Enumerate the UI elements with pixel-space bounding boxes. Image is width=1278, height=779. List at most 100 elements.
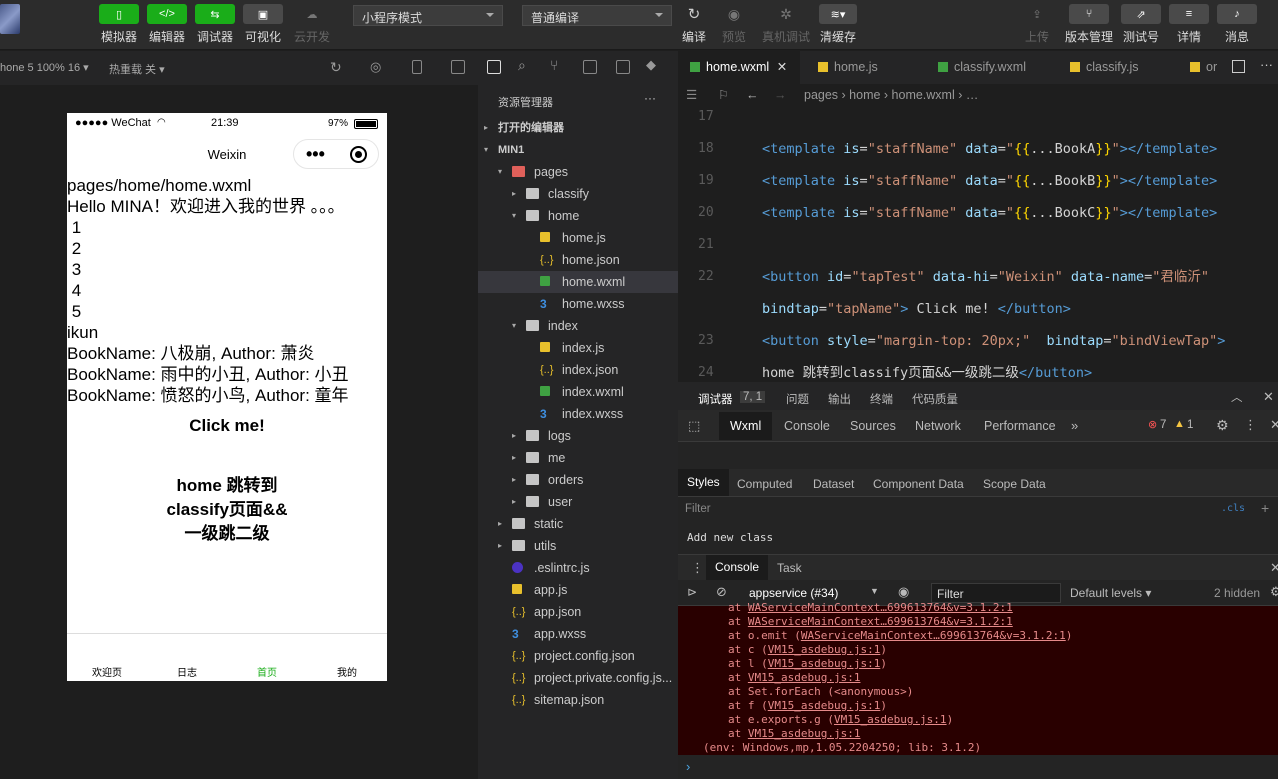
remote-debug-button[interactable]: ✲ 真机调试 (762, 4, 810, 45)
context-select[interactable]: appservice (#34) (749, 586, 838, 600)
file-item[interactable]: {..} app.json (478, 601, 678, 623)
debugger-button[interactable]: ⇆ 调试器 (195, 4, 235, 45)
tab-welcome[interactable]: 欢迎页 (67, 664, 147, 679)
tab-dataset[interactable]: Dataset (813, 477, 854, 491)
more-icon[interactable]: ··· (1260, 57, 1273, 72)
log-levels-select[interactable]: Default levels ▾ (1070, 586, 1151, 600)
docker-icon[interactable]: ◆ (646, 57, 656, 73)
version-button[interactable]: ⑂ 版本管理 (1065, 4, 1113, 45)
console-prompt-row[interactable]: › (678, 755, 1278, 779)
folder-item[interactable]: ▸ classify (478, 183, 678, 205)
chevron-up-icon[interactable]: ︿ (1231, 389, 1243, 405)
forward-arrow-icon[interactable]: → (774, 84, 787, 106)
gear-icon[interactable]: ⚙ (1216, 417, 1229, 434)
warning-count[interactable]: 1 (1187, 419, 1193, 431)
details-button[interactable]: ≡ 详情 (1169, 4, 1209, 45)
source-link[interactable]: WAServiceMainContext…699613764&v=3.1.2:1 (748, 601, 1013, 614)
git-icon[interactable]: ⑂ (550, 57, 558, 73)
bookmark-icon[interactable]: ⚐ (718, 84, 729, 106)
tab-classify-js[interactable]: classify.js (1070, 51, 1139, 84)
list-icon[interactable]: ☰ (686, 84, 697, 106)
tab-problems[interactable]: 问题 (786, 391, 809, 407)
file-item[interactable]: {..} home.json (478, 249, 678, 271)
folder-item[interactable]: ▾ home (478, 205, 678, 227)
file-item[interactable]: 3 app.wxss (478, 623, 678, 645)
tab-mine[interactable]: 我的 (307, 664, 387, 679)
inspect-icon[interactable]: ⬚ (688, 418, 700, 434)
folder-item[interactable]: ▸ static (478, 513, 678, 535)
tab-scope-data[interactable]: Scope Data (983, 477, 1046, 491)
folder-item[interactable]: ▸ me (478, 447, 678, 469)
folder-item[interactable]: ▸ utils (478, 535, 678, 557)
tab-sources[interactable]: Sources (850, 419, 896, 433)
explorer-section[interactable]: ▾ MIN1 (478, 139, 678, 161)
console-prompt[interactable]: › (686, 759, 690, 774)
file-item[interactable]: index.js (478, 337, 678, 359)
styles-filter-input[interactable]: Filter (685, 503, 711, 515)
stop-icon[interactable]: ◎ (370, 59, 381, 75)
upload-button[interactable]: ⇪ 上传 (1017, 4, 1057, 45)
file-item[interactable]: index.wxml (478, 381, 678, 403)
source-link[interactable]: VM15_asdebug.js:1 (748, 671, 861, 684)
visual-button[interactable]: ▣ 可视化 (243, 4, 283, 45)
explorer-section[interactable]: ▸ 打开的编辑器 (478, 117, 678, 139)
source-link[interactable]: VM15_asdebug.js:1 (768, 657, 881, 670)
folder-item[interactable]: ▾ pages (478, 161, 678, 183)
clear-cache-button[interactable]: ≋▾ 清缓存 (818, 4, 858, 45)
hotreload-toggle[interactable]: 热重载 关 ▾ (109, 61, 165, 77)
file-item[interactable]: .eslintrc.js (478, 557, 678, 579)
drawer-tab-task[interactable]: Task (777, 561, 802, 575)
cls-toggle[interactable]: .cls (1221, 503, 1245, 514)
cloud-button[interactable]: ☁ 云开发 (292, 4, 332, 45)
more-icon[interactable]: ••• (306, 134, 325, 174)
add-class-button[interactable]: Add new class (687, 531, 773, 544)
split-editor-icon[interactable] (1232, 60, 1245, 73)
jump-button[interactable]: home 跳转到 classify页面&& 一级跳二级 (67, 474, 387, 546)
tab-code-quality[interactable]: 代码质量 (912, 391, 958, 407)
compile-select[interactable]: 普通编译 (522, 5, 672, 26)
source-link[interactable]: VM15_asdebug.js:1 (834, 713, 947, 726)
extensions-icon[interactable] (583, 60, 597, 74)
storage-icon[interactable] (616, 60, 630, 74)
simulator-button[interactable]: ▯ 模拟器 (99, 4, 139, 45)
device-select[interactable]: hone 5 100% 16 ▾ (0, 61, 89, 74)
eye-icon[interactable]: ◉ (898, 584, 909, 600)
search-icon[interactable]: ⌕ (518, 57, 526, 74)
file-item[interactable]: {..} index.json (478, 359, 678, 381)
click-me-button[interactable]: Click me! (67, 414, 387, 438)
close-icon[interactable]: ✕ (1263, 389, 1274, 405)
back-arrow-icon[interactable]: ← (746, 84, 759, 106)
drawer-tab-console[interactable]: Console (706, 555, 769, 580)
files-icon[interactable] (487, 60, 501, 74)
more-icon[interactable]: ⋮ (1244, 417, 1257, 433)
tab-home-wxml[interactable]: home.wxml ✕ (678, 51, 800, 84)
tab-component-data[interactable]: Component Data (873, 477, 964, 491)
chevron-down-icon[interactable]: ▼ (870, 586, 879, 596)
folder-item[interactable]: ▸ user (478, 491, 678, 513)
editor-button[interactable]: </> 编辑器 (147, 4, 187, 45)
tab-computed[interactable]: Computed (737, 477, 792, 491)
close-icon[interactable]: ✕ (777, 60, 787, 74)
console-filter-input[interactable]: Filter (931, 583, 1061, 603)
file-item[interactable]: {..} sitemap.json (478, 689, 678, 711)
file-item[interactable]: app.js (478, 579, 678, 601)
tab-network[interactable]: Network (915, 419, 961, 433)
tab-classify-wxml[interactable]: classify.wxml (938, 51, 1026, 84)
close-icon[interactable]: ✕ (1270, 560, 1278, 576)
more-icon[interactable]: ··· (644, 91, 656, 105)
tab-styles[interactable]: Styles (678, 469, 729, 496)
source-link[interactable]: VM15_asdebug.js:1 (768, 699, 881, 712)
file-item[interactable]: 3 home.wxss (478, 293, 678, 315)
more-tabs-icon[interactable]: » (1071, 418, 1078, 433)
close-mini-icon[interactable] (350, 146, 367, 163)
breadcrumb-path[interactable]: pages › home › home.wxml › … (804, 84, 978, 106)
source-link[interactable]: WAServiceMainContext…699613764&v=3.1.2:1 (801, 629, 1066, 642)
tab-wxml[interactable]: Wxml (719, 412, 773, 440)
file-item[interactable]: 3 index.wxss (478, 403, 678, 425)
file-item[interactable]: {..} project.config.json (478, 645, 678, 667)
source-link[interactable]: VM15_asdebug.js:1 (748, 727, 861, 740)
test-account-button[interactable]: ⇗ 测试号 (1121, 4, 1161, 45)
folder-item[interactable]: ▸ orders (478, 469, 678, 491)
phone-icon[interactable] (412, 60, 422, 74)
capsule-menu[interactable]: ••• (293, 139, 379, 169)
